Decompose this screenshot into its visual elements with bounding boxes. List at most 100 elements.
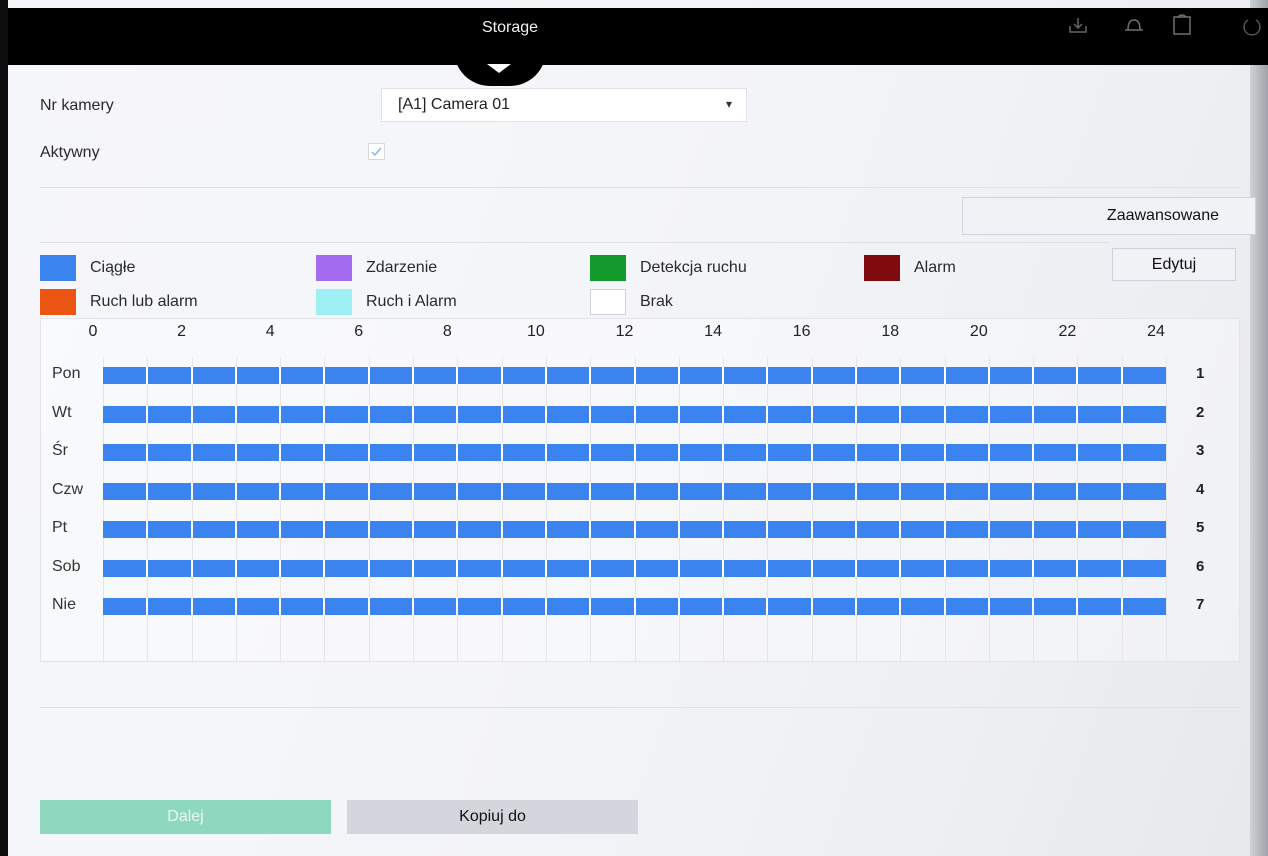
hour-separator (500, 559, 503, 577)
hour-separator (500, 482, 503, 500)
power-icon[interactable] (1240, 12, 1264, 38)
hour-separator (146, 482, 149, 500)
hour-separator (279, 598, 282, 615)
hour-separator (412, 482, 415, 500)
bell-icon[interactable] (1122, 12, 1146, 38)
hour-separator (190, 444, 193, 461)
camera-select[interactable]: [A1] Camera 01 ▾ (381, 88, 747, 122)
legend-swatch (40, 255, 76, 281)
schedule-bar[interactable] (103, 598, 1166, 615)
legend-item-none[interactable]: Brak (590, 288, 673, 316)
screen-bezel-right (1250, 0, 1268, 856)
hour-separator (412, 521, 415, 538)
hour-separator (677, 559, 680, 577)
divider (40, 187, 1240, 188)
hour-separator (544, 405, 547, 423)
hour-separator (987, 444, 990, 461)
hour-separator (766, 559, 769, 577)
log-icon[interactable] (1170, 12, 1194, 38)
hour-separator (943, 444, 946, 461)
advanced-button[interactable]: Zaawansowane (962, 197, 1256, 235)
hour-separator (899, 482, 902, 500)
hour-separator (633, 559, 636, 577)
hour-separator (1076, 367, 1079, 384)
edit-button[interactable]: Edytuj (1112, 248, 1236, 281)
legend-swatch (40, 289, 76, 315)
chevron-down-icon[interactable] (487, 64, 511, 73)
hour-separator (412, 559, 415, 577)
hour-separator (1120, 405, 1123, 423)
hour-separator (1032, 444, 1035, 461)
schedule-bar[interactable] (103, 521, 1166, 538)
hour-separator (456, 521, 459, 538)
hour-separator (677, 367, 680, 384)
hour-separator (1120, 444, 1123, 461)
hour-separator (722, 367, 725, 384)
schedule-bar[interactable] (103, 482, 1166, 500)
hour-separator (810, 444, 813, 461)
legend-swatch (316, 255, 352, 281)
hour-separator (190, 521, 193, 538)
hour-separator (412, 367, 415, 384)
hour-separator (899, 521, 902, 538)
legend-item-continuous[interactable]: Ciągłe (40, 254, 135, 282)
legend-item-motion[interactable]: Detekcja ruchu (590, 254, 747, 282)
legend-swatch (590, 255, 626, 281)
active-checkbox[interactable] (368, 143, 385, 160)
page-title: Storage (481, 19, 539, 36)
hour-separator (677, 482, 680, 500)
hour-separator (943, 598, 946, 615)
hour-separator (279, 367, 282, 384)
hour-separator (899, 405, 902, 423)
day-label: Nie (52, 596, 77, 613)
hour-separator (810, 559, 813, 577)
hour-label: 8 (442, 323, 452, 340)
copy-to-button[interactable]: Kopiuj do (347, 800, 638, 834)
hour-separator (987, 405, 990, 423)
hour-separator (1032, 559, 1035, 577)
grid-line (103, 357, 104, 662)
day-number: 7 (1196, 596, 1205, 613)
hour-separator (456, 444, 459, 461)
hour-separator (1120, 559, 1123, 577)
hour-separator (854, 559, 857, 577)
legend-item-motion-or-alarm[interactable]: Ruch lub alarm (40, 288, 198, 316)
hour-separator (367, 598, 370, 615)
schedule-bar[interactable] (103, 559, 1166, 577)
schedule-bar[interactable] (103, 405, 1166, 423)
grid-line (457, 357, 458, 662)
hour-separator (943, 521, 946, 538)
day-number: 1 (1196, 365, 1205, 382)
day-number: 2 (1196, 403, 1205, 421)
grid-line (679, 357, 680, 662)
next-button[interactable]: Dalej (40, 800, 331, 834)
day-label: Czw (52, 480, 84, 498)
legend-item-alarm[interactable]: Alarm (864, 254, 956, 282)
download-icon[interactable] (1066, 12, 1090, 38)
hour-separator (500, 444, 503, 461)
hour-separator (323, 405, 326, 423)
hour-separator (633, 521, 636, 538)
grid-line (723, 357, 724, 662)
hour-separator (367, 444, 370, 461)
legend-item-motion-and-alarm[interactable]: Ruch i Alarm (316, 288, 457, 316)
hour-separator (146, 559, 149, 577)
schedule-bar[interactable] (103, 367, 1166, 384)
legend-item-event[interactable]: Zdarzenie (316, 254, 437, 282)
grid-line (1122, 357, 1123, 662)
grid-line (147, 357, 148, 662)
hour-separator (589, 444, 592, 461)
grid-line (192, 357, 193, 662)
schedule-bar[interactable] (103, 444, 1166, 461)
hour-separator (544, 482, 547, 500)
legend-label: Ruch i Alarm (366, 293, 457, 310)
hour-separator (589, 405, 592, 423)
hour-separator (367, 559, 370, 577)
hour-separator (633, 405, 636, 423)
hour-separator (722, 482, 725, 500)
hour-separator (412, 598, 415, 615)
hour-separator (589, 521, 592, 538)
hour-separator (279, 521, 282, 538)
legend-swatch (590, 289, 626, 315)
hour-separator (633, 367, 636, 384)
